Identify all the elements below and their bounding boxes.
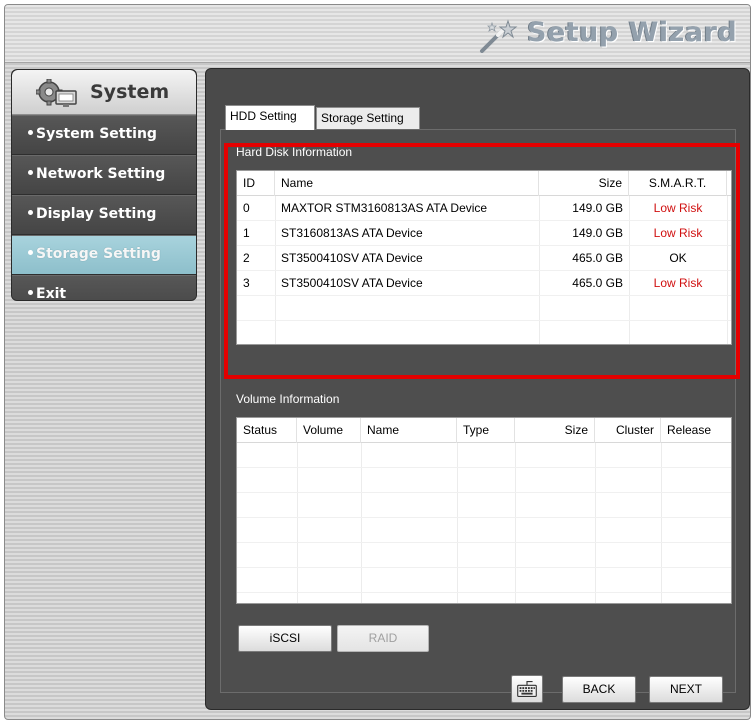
cell-id: 1 bbox=[243, 226, 250, 240]
cell-smart: OK bbox=[669, 251, 687, 265]
cell-smart: Low Risk bbox=[653, 276, 703, 290]
bullet-icon bbox=[28, 250, 33, 255]
table-header: ID Name Size S.M.A.R.T. bbox=[237, 171, 731, 196]
col-size[interactable]: Size bbox=[515, 418, 595, 443]
raid-button[interactable]: RAID bbox=[337, 625, 429, 652]
cell-size: 465.0 GB bbox=[572, 276, 623, 290]
table-row-empty bbox=[237, 321, 731, 344]
keyboard-icon bbox=[517, 681, 537, 697]
iscsi-button[interactable]: iSCSI bbox=[238, 625, 332, 652]
sidebar: System System Setting Network Setting Di… bbox=[11, 69, 197, 301]
gear-monitor-icon bbox=[36, 79, 77, 107]
tab-content: Hard Disk Information ID Name Size S.M.A… bbox=[220, 129, 736, 693]
cell-name: MAXTOR STM3160813AS ATA Device bbox=[281, 201, 488, 215]
wizard-title: Setup Wizard bbox=[527, 17, 738, 48]
sidebar-title: System bbox=[90, 81, 170, 103]
table-row[interactable]: 1 ST3160813AS ATA Device 149.0 GB Low Ri… bbox=[237, 221, 731, 246]
cell-smart: Low Risk bbox=[653, 226, 703, 240]
sidebar-item-network-setting[interactable]: Network Setting bbox=[12, 155, 196, 195]
cell-id: 2 bbox=[243, 251, 250, 265]
cell-name: ST3500410SV ATA Device bbox=[281, 276, 423, 290]
sidebar-item-label: Network Setting bbox=[36, 166, 166, 182]
cell-size: 465.0 GB bbox=[572, 251, 623, 265]
setup-wizard-window: Setup Wizard System System Setting Netwo… bbox=[4, 4, 751, 720]
col-id[interactable]: ID bbox=[237, 171, 275, 196]
volume-info-label: Volume Information bbox=[236, 392, 340, 406]
col-smart[interactable]: S.M.A.R.T. bbox=[629, 171, 727, 196]
sidebar-item-label: System Setting bbox=[36, 126, 157, 142]
cell-id: 3 bbox=[243, 276, 250, 290]
col-name[interactable]: Name bbox=[275, 171, 539, 196]
cell-size: 149.0 GB bbox=[572, 226, 623, 240]
hard-disk-info-label: Hard Disk Information bbox=[236, 145, 353, 159]
table-row-empty bbox=[237, 468, 731, 493]
col-release[interactable]: Release bbox=[661, 418, 731, 443]
col-name[interactable]: Name bbox=[361, 418, 457, 443]
cell-size: 149.0 GB bbox=[572, 201, 623, 215]
bullet-icon bbox=[28, 170, 33, 175]
col-volume[interactable]: Volume bbox=[297, 418, 361, 443]
bullet-icon bbox=[28, 290, 33, 295]
back-button[interactable]: BACK bbox=[562, 676, 636, 703]
main-panel: HDD Setting Storage Setting Hard Disk In… bbox=[205, 68, 750, 710]
table-row-empty bbox=[237, 518, 731, 543]
sidebar-item-display-setting[interactable]: Display Setting bbox=[12, 195, 196, 235]
header-bar: Setup Wizard bbox=[5, 5, 750, 63]
sidebar-item-label: Exit bbox=[36, 286, 67, 301]
table-row[interactable]: 3 ST3500410SV ATA Device 465.0 GB Low Ri… bbox=[237, 271, 731, 296]
sidebar-item-label: Display Setting bbox=[36, 206, 157, 222]
table-row-empty bbox=[237, 568, 731, 593]
magic-wand-icon bbox=[480, 19, 518, 53]
col-size[interactable]: Size bbox=[539, 171, 629, 196]
keyboard-button[interactable] bbox=[511, 675, 543, 703]
cell-id: 0 bbox=[243, 201, 250, 215]
table-row[interactable]: 2 ST3500410SV ATA Device 465.0 GB OK bbox=[237, 246, 731, 271]
next-button[interactable]: NEXT bbox=[649, 676, 723, 703]
table-header: Status Volume Name Type Size Cluster Rel… bbox=[237, 418, 731, 443]
bullet-icon bbox=[28, 130, 33, 135]
sidebar-item-system-setting[interactable]: System Setting bbox=[12, 115, 196, 155]
tab-hdd-setting[interactable]: HDD Setting bbox=[225, 105, 315, 130]
col-status[interactable]: Status bbox=[237, 418, 297, 443]
sidebar-header: System bbox=[12, 70, 196, 115]
table-row-empty bbox=[237, 443, 731, 468]
table-row-empty bbox=[237, 543, 731, 568]
tab-storage-setting[interactable]: Storage Setting bbox=[316, 107, 420, 129]
col-cluster[interactable]: Cluster bbox=[595, 418, 661, 443]
bullet-icon bbox=[28, 210, 33, 215]
sidebar-item-label: Storage Setting bbox=[36, 246, 161, 262]
cell-name: ST3160813AS ATA Device bbox=[281, 226, 423, 240]
sidebar-item-exit[interactable]: Exit bbox=[12, 275, 196, 301]
hard-disk-table: ID Name Size S.M.A.R.T. 0 MAXTOR STM3160… bbox=[236, 170, 732, 345]
cell-name: ST3500410SV ATA Device bbox=[281, 251, 423, 265]
table-row[interactable]: 0 MAXTOR STM3160813AS ATA Device 149.0 G… bbox=[237, 196, 731, 221]
table-row-empty bbox=[237, 296, 731, 321]
cell-smart: Low Risk bbox=[653, 201, 703, 215]
table-row-empty bbox=[237, 493, 731, 518]
volume-table: Status Volume Name Type Size Cluster Rel… bbox=[236, 417, 732, 604]
col-type[interactable]: Type bbox=[457, 418, 515, 443]
sidebar-item-storage-setting[interactable]: Storage Setting bbox=[12, 235, 196, 275]
